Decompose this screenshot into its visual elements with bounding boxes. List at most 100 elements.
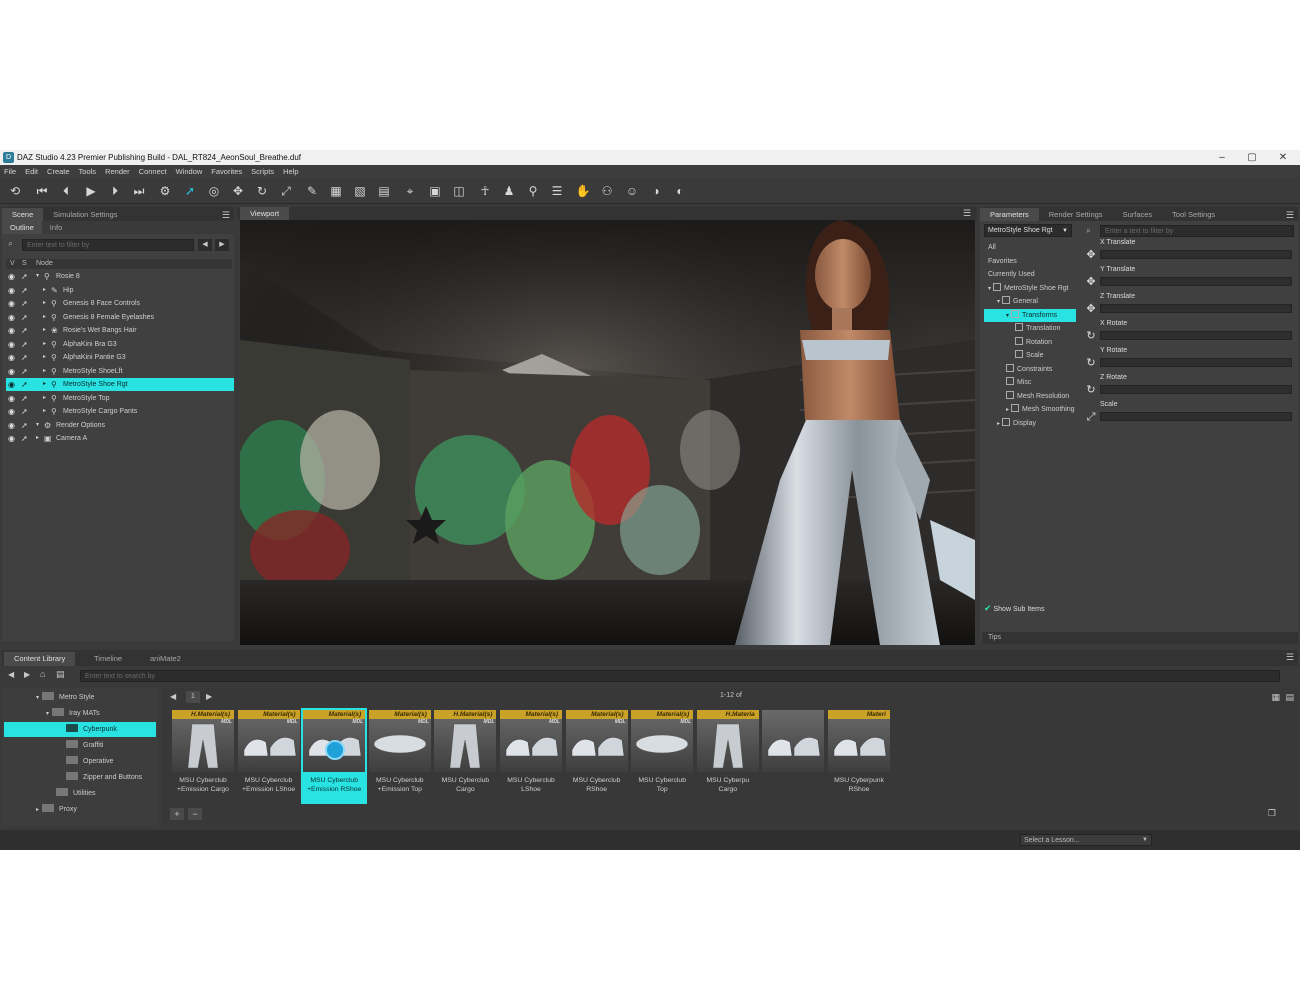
- forward-icon[interactable]: ▶: [24, 670, 30, 679]
- expand-arrow-icon[interactable]: ▾: [36, 270, 44, 283]
- tab-content-library[interactable]: Content Library: [4, 652, 76, 666]
- expand-arrow-icon[interactable]: ▸: [43, 392, 51, 405]
- tab-timeline[interactable]: Timeline: [84, 652, 132, 666]
- expand-arrow-icon[interactable]: ▸: [43, 324, 51, 337]
- head-icon[interactable]: ☺: [623, 183, 641, 199]
- content-item[interactable]: Material(s) MDL MSU Cyberclub +Emission LSh…: [237, 710, 300, 802]
- rotate-icon[interactable]: ↻: [1084, 329, 1098, 343]
- content-item[interactable]: Material(s) MDL MSU Cyberclub +Emission Top: [368, 710, 431, 802]
- scene-node-row[interactable]: ◉ ➚ ▸ ⚲ Genesis 8 Face Controls: [6, 297, 234, 310]
- property-slider[interactable]: Z Rotate ↻: [1082, 374, 1296, 401]
- tips-bar[interactable]: Tips: [982, 632, 1298, 644]
- visibility-eye-icon[interactable]: ◉: [8, 392, 18, 405]
- visibility-eye-icon[interactable]: ◉: [8, 324, 18, 337]
- drag-tool-icon[interactable]: ✋: [574, 183, 592, 199]
- menu-create[interactable]: Create: [47, 167, 70, 176]
- close-button[interactable]: ✕: [1268, 150, 1298, 165]
- copy-icon[interactable]: ❐: [1268, 808, 1276, 819]
- expand-arrow-icon[interactable]: ▸: [997, 421, 1000, 427]
- expand-arrow-icon[interactable]: ▸: [1006, 407, 1009, 413]
- property-slider[interactable]: Y Translate ✥: [1082, 266, 1296, 293]
- param-filter-input[interactable]: Enter a text to filter by: [1100, 225, 1294, 237]
- expand-arrow-icon[interactable]: ▾: [1006, 313, 1009, 319]
- property-category-row[interactable]: ▾ Transforms: [984, 308, 1076, 322]
- property-category-row[interactable]: Favorites: [984, 255, 1076, 268]
- folder-row[interactable]: ▾ Iray MATs: [4, 706, 156, 721]
- property-slider[interactable]: X Rotate ↻: [1082, 320, 1296, 347]
- property-category-row[interactable]: Currently Used: [984, 268, 1076, 281]
- view-options-icon[interactable]: ▤: [56, 669, 65, 680]
- content-item[interactable]: Material(s) MDL MSU Cyberclub LShoe: [500, 710, 562, 802]
- minimize-button[interactable]: –: [1207, 150, 1237, 165]
- tab-info[interactable]: Info: [42, 221, 71, 234]
- scene-node-row[interactable]: ◉ ➚ ▸ ⚲ MetroStyle Cargo Pants: [6, 405, 234, 418]
- selectable-cursor-icon[interactable]: ➚: [21, 311, 31, 324]
- scene-node-row[interactable]: ◉ ➚ ▸ ⚲ AlphaKini Bra G3: [6, 338, 234, 351]
- grid-view-icon[interactable]: ▦: [1271, 692, 1280, 703]
- selectable-cursor-icon[interactable]: ➚: [21, 270, 31, 283]
- scene-node-row[interactable]: ◉ ➚ ▸ ⚲ MetroStyle ShoeLft: [6, 365, 234, 378]
- play-icon[interactable]: ▶: [82, 183, 100, 199]
- visibility-eye-icon[interactable]: ◉: [8, 378, 18, 391]
- menu-file[interactable]: File: [4, 167, 16, 176]
- visibility-eye-icon[interactable]: ◉: [8, 311, 18, 324]
- active-pose-icon[interactable]: ♟: [500, 183, 518, 199]
- viewport-menu-icon[interactable]: ☰: [963, 208, 971, 219]
- scene-node-row[interactable]: ◉ ➚ ▾ ⚙ Render Options: [6, 419, 234, 432]
- page-number[interactable]: 1: [186, 691, 200, 703]
- filter-next-icon[interactable]: ▶: [215, 239, 229, 251]
- tab-parameters[interactable]: Parameters: [980, 208, 1039, 221]
- add-icon[interactable]: +: [170, 808, 184, 820]
- visibility-eye-icon[interactable]: ◉: [8, 432, 18, 445]
- property-category-row[interactable]: Misc: [984, 376, 1076, 389]
- scene-node-row[interactable]: ◉ ➚ ▸ ⚲ MetroStyle Top: [6, 392, 234, 405]
- expand-arrow-icon[interactable]: ▸: [43, 297, 51, 310]
- selectable-cursor-icon[interactable]: ➚: [21, 338, 31, 351]
- cameras-icon[interactable]: ⚇: [598, 183, 616, 199]
- property-value-bar[interactable]: [1100, 358, 1292, 367]
- menu-tools[interactable]: Tools: [79, 167, 97, 176]
- visibility-eye-icon[interactable]: ◉: [8, 351, 18, 364]
- menu-favorites[interactable]: Favorites: [211, 167, 242, 176]
- page-next-icon[interactable]: ▶: [206, 692, 212, 701]
- parameters-menu-icon[interactable]: ☰: [1286, 210, 1294, 221]
- next-frame-icon[interactable]: ⏵: [106, 183, 124, 199]
- last-frame-icon[interactable]: ⏭: [130, 183, 148, 199]
- expand-arrow-icon[interactable]: ▾: [46, 711, 49, 717]
- rotate-icon[interactable]: ↻: [1084, 356, 1098, 370]
- tab-render-settings[interactable]: Render Settings: [1039, 208, 1113, 221]
- maximize-button[interactable]: ▢: [1237, 150, 1267, 165]
- tab-outline[interactable]: Outline: [2, 221, 42, 234]
- content-search-input[interactable]: Enter text to search by: [80, 670, 1280, 682]
- expand-arrow-icon[interactable]: ▸: [36, 432, 44, 445]
- visibility-eye-icon[interactable]: ◉: [8, 284, 18, 297]
- tab-scene[interactable]: Scene: [2, 208, 44, 221]
- selectable-cursor-icon[interactable]: ➚: [21, 392, 31, 405]
- render-settings-icon[interactable]: ◫: [450, 183, 468, 199]
- scale-tool-icon[interactable]: ⤢: [277, 183, 295, 199]
- figure-pose-icon[interactable]: ☥: [476, 183, 494, 199]
- timeline-icon[interactable]: ☰: [548, 183, 566, 199]
- content-item[interactable]: [762, 710, 825, 802]
- expand-arrow-icon[interactable]: ▸: [36, 807, 39, 813]
- selectable-cursor-icon[interactable]: ➚: [21, 324, 31, 337]
- property-category-row[interactable]: ▾ MetroStyle Shoe Rgt: [984, 282, 1076, 295]
- folder-row[interactable]: Operative: [4, 754, 156, 769]
- menu-edit[interactable]: Edit: [25, 167, 38, 176]
- property-value-bar[interactable]: [1100, 412, 1292, 421]
- property-value-bar[interactable]: [1100, 385, 1292, 394]
- menu-help[interactable]: Help: [283, 167, 298, 176]
- property-category-row[interactable]: Scale: [984, 349, 1076, 362]
- property-category-row[interactable]: Mesh Resolution: [984, 390, 1076, 403]
- content-item[interactable]: H.Material(s) MDL MSU Cyberclub Cargo: [434, 710, 497, 802]
- expand-arrow-icon[interactable]: ▾: [988, 286, 991, 292]
- content-item[interactable]: Material(s) MDL MSU Cyberclub +Emission RSh…: [301, 708, 368, 804]
- menu-connect[interactable]: Connect: [139, 167, 167, 176]
- selectable-cursor-icon[interactable]: ➚: [21, 351, 31, 364]
- power-pose-icon[interactable]: ⚲: [524, 183, 542, 199]
- panel-menu-icon[interactable]: ☰: [222, 210, 230, 221]
- visibility-eye-icon[interactable]: ◉: [8, 297, 18, 310]
- content-item[interactable]: Material(s) MDL MSU Cyberclub RShoe: [565, 710, 628, 802]
- first-frame-icon[interactable]: ⏮: [33, 183, 51, 199]
- home-icon[interactable]: ⌂: [40, 669, 45, 679]
